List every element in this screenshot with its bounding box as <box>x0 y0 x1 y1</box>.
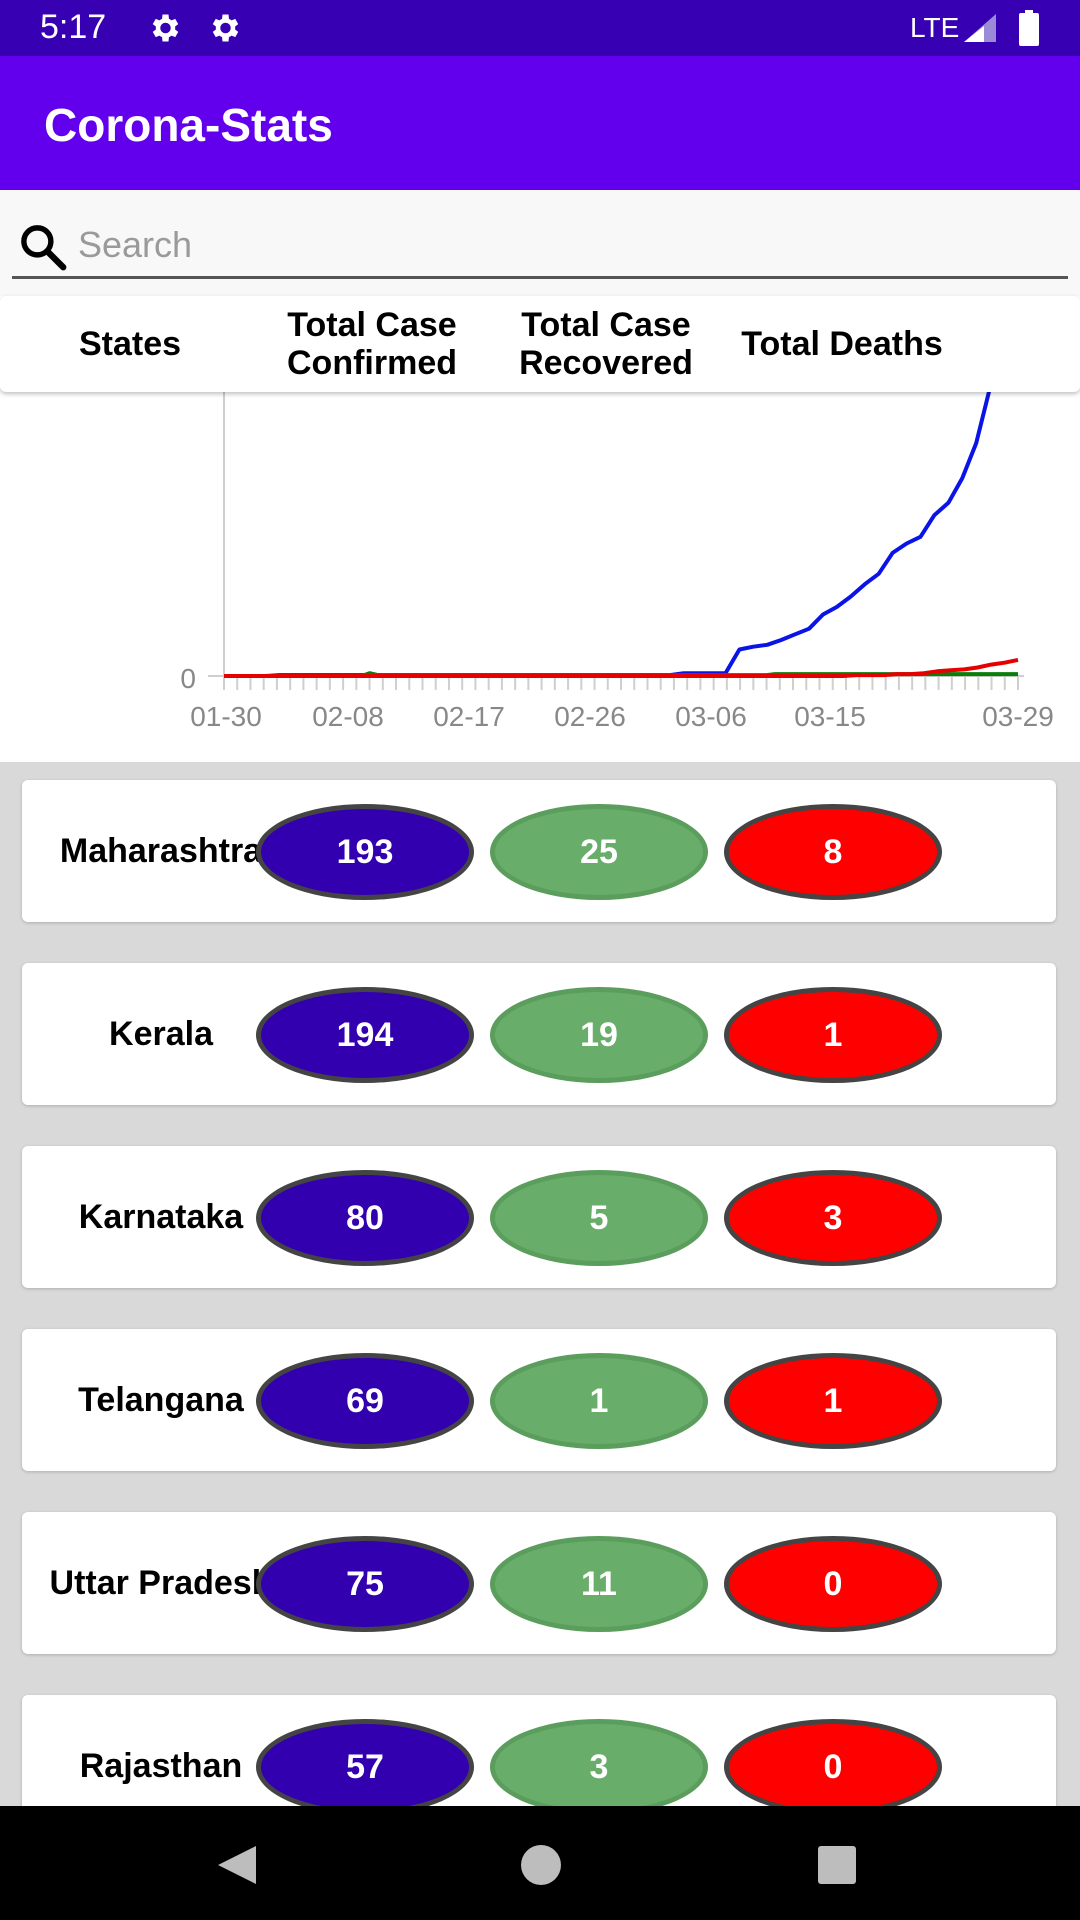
signal-icon <box>964 14 996 42</box>
confirmed-badge: 80 <box>256 1170 474 1266</box>
state-name: Karnataka <box>78 1198 244 1236</box>
confirmed-badge: 75 <box>256 1536 474 1632</box>
confirmed-badge: 69 <box>256 1353 474 1449</box>
state-card[interactable]: Telangana 69 1 1 <box>22 1329 1056 1471</box>
status-time: 5:17 <box>40 8 107 46</box>
line-chart: 0 01-30 02-08 02-17 02-26 03-06 03-15 03-29 <box>180 392 1054 732</box>
series-line-1 <box>224 392 991 678</box>
app-bar: Corona-Stats <box>0 56 1080 190</box>
status-bar: 5:17 LTE <box>0 0 1080 56</box>
state-name: Telangana <box>78 1381 244 1419</box>
state-card[interactable]: Uttar Pradesh 75 11 0 <box>22 1512 1056 1654</box>
header-states: States <box>78 325 182 363</box>
x-tick-label: 01-30 <box>190 701 262 732</box>
battery-icon <box>1019 10 1039 46</box>
navigation-bar <box>0 1806 1080 1920</box>
list-item[interactable]: Rajasthan 57 3 0 <box>0 1677 1080 1806</box>
y-tick-label: 0 <box>180 663 196 694</box>
state-name: Maharashtra <box>59 832 263 870</box>
gear-icon <box>212 14 239 42</box>
gear-icon <box>152 14 179 42</box>
x-tick-label: 02-08 <box>312 701 384 732</box>
state-name: Kerala <box>109 1015 213 1053</box>
deaths-badge: 3 <box>724 1170 942 1266</box>
states-list[interactable]: Maharashtra 193 25 8 Kerala 194 19 1 Karnataka 80… <box>0 762 1080 1806</box>
search-input[interactable] <box>76 216 1060 274</box>
list-item[interactable]: Maharashtra 193 25 8 <box>0 762 1080 944</box>
header-recovered: Total Case Recovered <box>519 306 693 382</box>
header-confirmed: Total Case Confirmed <box>287 306 457 382</box>
app-title: Corona-Stats <box>44 99 333 151</box>
deaths-badge: 0 <box>724 1536 942 1632</box>
confirmed-badge: 194 <box>256 987 474 1083</box>
cases-chart: 0 01-30 02-08 02-17 02-26 03-06 03-15 03-29 <box>0 392 1080 762</box>
search-icon[interactable] <box>16 220 70 274</box>
recents-icon[interactable] <box>814 1842 860 1888</box>
list-item[interactable]: Telangana 69 1 1 <box>0 1311 1080 1493</box>
recovered-badge: 11 <box>490 1536 708 1632</box>
deaths-badge: 8 <box>724 804 942 900</box>
deaths-badge: 1 <box>724 1353 942 1449</box>
home-icon[interactable] <box>518 1842 564 1888</box>
list-item[interactable]: Uttar Pradesh 75 11 0 <box>0 1494 1080 1676</box>
confirmed-badge: 57 <box>256 1719 474 1806</box>
recovered-badge: 1 <box>490 1353 708 1449</box>
x-tick-label: 03-29 <box>982 701 1054 732</box>
state-name: Rajasthan <box>79 1747 243 1785</box>
network-type: LTE <box>910 12 960 43</box>
state-card[interactable]: Rajasthan 57 3 0 <box>22 1695 1056 1806</box>
recovered-badge: 19 <box>490 987 708 1083</box>
state-name: Uttar Pradesh <box>49 1564 273 1602</box>
search-bar <box>0 190 1080 296</box>
x-tick-label: 03-06 <box>675 701 747 732</box>
state-card[interactable]: Maharashtra 193 25 8 <box>22 780 1056 922</box>
list-item[interactable]: Kerala 194 19 1 <box>0 945 1080 1127</box>
header-deaths: Total Deaths <box>741 325 943 363</box>
x-tick-label: 03-15 <box>794 701 866 732</box>
state-card[interactable]: Kerala 194 19 1 <box>22 963 1056 1105</box>
deaths-badge: 1 <box>724 987 942 1083</box>
state-card[interactable]: Karnataka 80 5 3 <box>22 1146 1056 1288</box>
back-icon[interactable] <box>214 1842 260 1888</box>
recovered-badge: 25 <box>490 804 708 900</box>
recovered-badge: 5 <box>490 1170 708 1266</box>
list-item[interactable]: Karnataka 80 5 3 <box>0 1128 1080 1310</box>
search-underline <box>12 276 1068 279</box>
recovered-badge: 3 <box>490 1719 708 1806</box>
deaths-badge: 0 <box>724 1719 942 1806</box>
x-tick-label: 02-26 <box>554 701 626 732</box>
x-tick-label: 02-17 <box>433 701 505 732</box>
confirmed-badge: 193 <box>256 804 474 900</box>
table-header: States Total Case Confirmed Total Case R… <box>0 296 1080 392</box>
